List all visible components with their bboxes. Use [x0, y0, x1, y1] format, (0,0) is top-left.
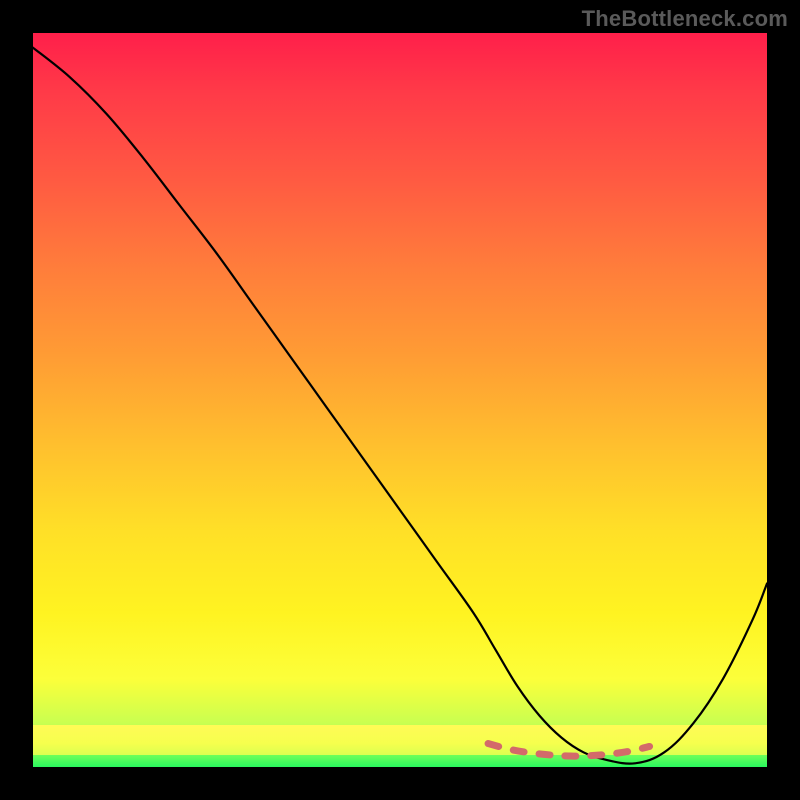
plot-frame — [33, 33, 767, 767]
watermark-text: TheBottleneck.com — [582, 6, 788, 32]
curve-layer — [33, 33, 767, 767]
bottleneck-curve — [33, 48, 767, 764]
chart-container: TheBottleneck.com — [0, 0, 800, 800]
dotted-segment — [488, 744, 649, 757]
